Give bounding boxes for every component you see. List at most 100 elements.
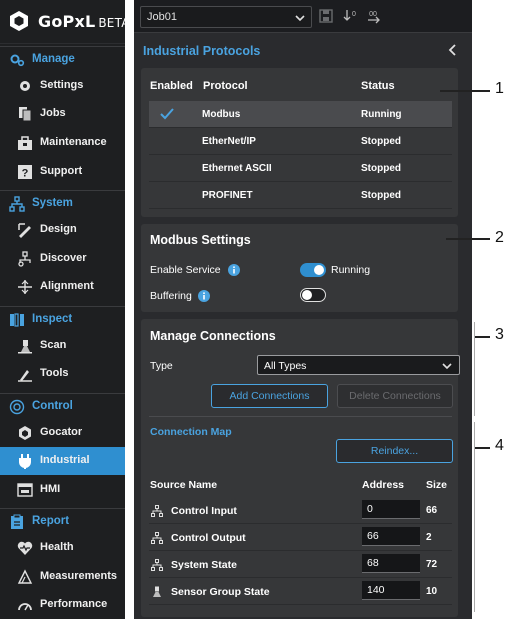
connection-map: Connection Map Reindex... Source Name Ad… [141, 417, 458, 617]
address-value: 66 [367, 530, 379, 542]
connection-name: Control Input [171, 505, 237, 517]
sidebar-item-design[interactable]: Design [0, 216, 125, 244]
info-icon[interactable] [198, 290, 210, 302]
sidebar-item-label: Alignment [40, 280, 94, 292]
buffering-toggle[interactable] [300, 288, 326, 302]
sidebar-item-performance[interactable]: Performance [0, 591, 125, 619]
chevron-down-icon [295, 15, 305, 22]
type-select[interactable]: All Types [257, 355, 460, 375]
connection-row[interactable]: System State 68 72 [149, 551, 452, 578]
sidebar-item-label: Discover [40, 252, 87, 264]
network-icon [151, 532, 163, 544]
buffering-label: Buffering [150, 290, 192, 302]
sidebar-item-label: Health [40, 541, 74, 553]
save-icon[interactable] [318, 8, 334, 24]
callout-number: 4 [495, 437, 504, 454]
type-label: Type [150, 360, 173, 372]
manage-connections-card: Manage Connections Type All Types Add Co… [141, 319, 460, 617]
section-label: Report [32, 515, 70, 527]
panel-title: Industrial Protocols [143, 44, 261, 58]
delete-connections-button[interactable]: Delete Connections [337, 384, 453, 408]
protocol-name: Modbus [202, 109, 241, 120]
section-report[interactable]: Report [0, 508, 125, 534]
protocol-row[interactable]: PROFINET Stopped [149, 182, 452, 209]
address-input[interactable]: 66 [362, 527, 420, 546]
connection-size: 66 [426, 505, 438, 516]
sidebar-item-measurements[interactable]: Measurements [0, 563, 125, 591]
app-root: GoPxL BETA Manage Settings Jobs Maintenan… [0, 0, 510, 619]
protocol-name: Ethernet ASCII [202, 163, 272, 174]
section-label: Manage [32, 53, 75, 65]
question-icon: ? [18, 165, 32, 180]
sidebar-item-scan[interactable]: Scan [0, 332, 125, 360]
sidebar-item-tools[interactable]: Tools [0, 360, 125, 388]
network-icon [9, 196, 25, 212]
report-icon [11, 514, 23, 529]
reindex-button[interactable]: Reindex... [336, 439, 453, 463]
connection-size: 10 [426, 586, 438, 597]
industrial-icon [19, 454, 31, 469]
address-value: 140 [367, 584, 385, 596]
export-icon[interactable]: 00 [366, 8, 382, 24]
col-header-status: Status [361, 80, 395, 92]
sidebar-item-maintenance[interactable]: Maintenance [0, 129, 125, 157]
protocol-row[interactable]: EtherNet/IP Stopped [149, 128, 452, 155]
section-inspect[interactable]: Inspect [0, 306, 125, 332]
address-input[interactable]: 0 [362, 500, 420, 519]
sidebar-item-jobs[interactable]: Jobs [0, 100, 125, 128]
svg-text:00: 00 [369, 11, 377, 18]
protocol-row[interactable]: Modbus Running [149, 101, 452, 128]
section-control[interactable]: Control [0, 393, 125, 419]
enable-service-label: Enable Service [150, 264, 221, 276]
sidebar-item-alignment[interactable]: Alignment [0, 273, 125, 301]
address-value: 0 [367, 503, 373, 515]
callout-bracket [474, 422, 475, 612]
main-panel: Job01 0 00 Industrial Protocols Enabled … [134, 0, 472, 619]
sidebar-item-discover[interactable]: Discover [0, 245, 125, 273]
address-input[interactable]: 140 [362, 581, 420, 600]
svg-text:0: 0 [352, 11, 356, 18]
chevron-left-icon[interactable] [446, 43, 460, 57]
callout-line [446, 238, 490, 240]
sidebar: GoPxL BETA Manage Settings Jobs Maintenan… [0, 0, 129, 619]
enable-service-toggle[interactable] [300, 263, 326, 277]
sidebar-item-support[interactable]: ? Support [0, 158, 125, 186]
check-icon[interactable] [159, 107, 175, 121]
sidebar-item-label: Measurements [40, 570, 118, 582]
sidebar-item-gocator[interactable]: Gocator [0, 419, 125, 447]
sidebar-item-hmi[interactable]: HMI [0, 476, 125, 504]
discover-icon [18, 251, 31, 267]
sidebar-item-settings[interactable]: Settings [0, 72, 125, 100]
sidebar-item-label: HMI [40, 483, 61, 495]
address-value: 68 [367, 557, 379, 569]
section-label: Control [32, 400, 73, 412]
connection-row[interactable]: Control Output 66 2 [149, 524, 452, 551]
sidebar-item-label: Jobs [40, 107, 66, 119]
section-system[interactable]: System [0, 190, 125, 216]
info-icon[interactable] [228, 264, 240, 276]
import-icon[interactable]: 0 [343, 8, 359, 24]
connection-name: Sensor Group State [171, 586, 270, 598]
address-input[interactable]: 68 [362, 554, 420, 573]
connection-row[interactable]: Sensor Group State 140 10 [149, 578, 452, 605]
sidebar-item-industrial[interactable]: Industrial [0, 447, 125, 475]
connection-name: Control Output [171, 532, 246, 544]
protocol-row[interactable]: Ethernet ASCII Stopped [149, 155, 452, 182]
job-select-value: Job01 [147, 11, 177, 23]
scan-icon [18, 340, 32, 354]
sidebar-item-health[interactable]: Health [0, 534, 125, 562]
enable-service-state: Running [331, 264, 371, 276]
sidebar-item-label: Tools [40, 367, 69, 379]
sidebar-item-label: Industrial [40, 454, 90, 466]
modbus-settings-card: Modbus Settings Enable Service Running B… [141, 224, 458, 312]
add-connections-button[interactable]: Add Connections [211, 384, 328, 408]
connection-row[interactable]: Control Input 0 66 [149, 497, 452, 524]
section-manage[interactable]: Manage [0, 46, 125, 72]
sidebar-item-label: Support [40, 165, 83, 177]
job-select[interactable]: Job01 [140, 6, 312, 28]
scan-icon [153, 586, 161, 597]
measurements-icon [17, 569, 33, 584]
connection-size: 72 [426, 559, 438, 570]
connection-name: System State [171, 559, 237, 571]
col-header-size: Size [426, 479, 448, 491]
